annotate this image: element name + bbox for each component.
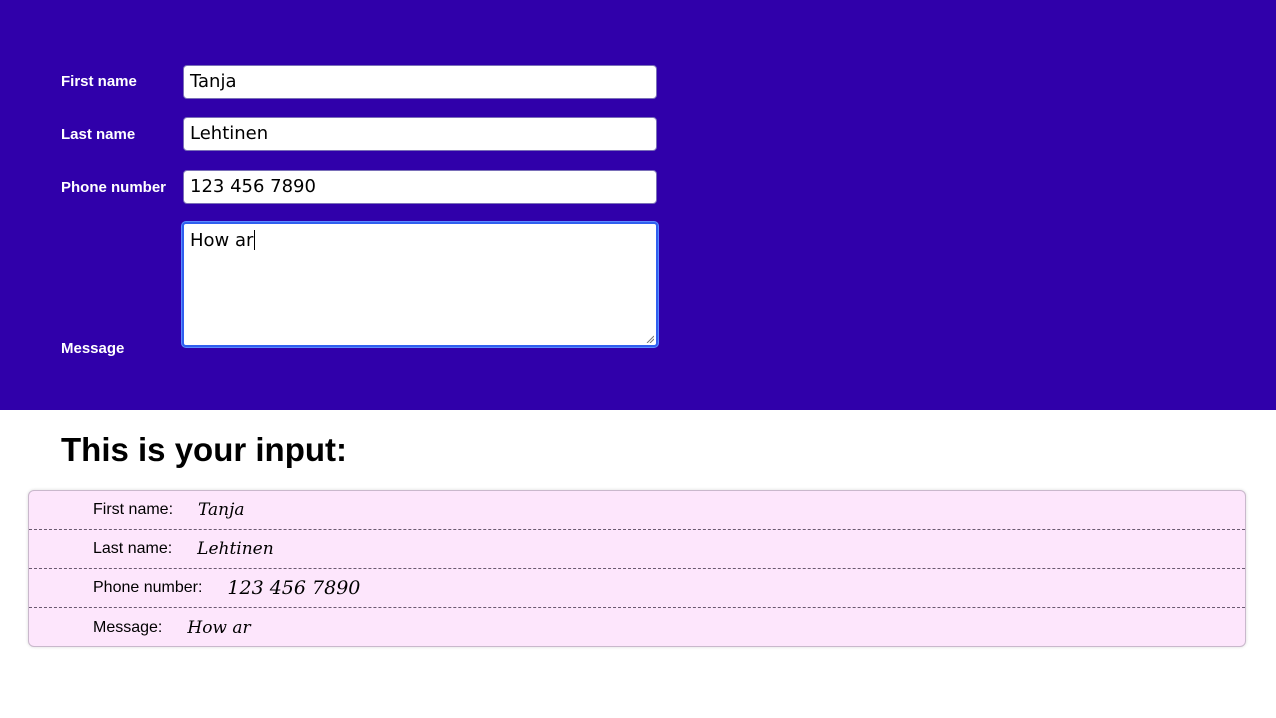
output-row-message: Message: How ar bbox=[29, 608, 1245, 646]
output-label: Message: bbox=[93, 618, 163, 636]
resize-grip-icon[interactable] bbox=[646, 335, 654, 343]
text-caret bbox=[254, 230, 256, 250]
output-row-last-name: Last name: Lehtinen bbox=[29, 530, 1245, 569]
first-name-input[interactable]: Tanja bbox=[183, 65, 657, 99]
output-label: Last name: bbox=[93, 540, 173, 557]
first-name-label: First name bbox=[61, 73, 137, 90]
last-name-label: Last name bbox=[61, 126, 136, 143]
output-row-phone-number: Phone number: 123 456 7890 bbox=[29, 569, 1245, 608]
message-textarea[interactable]: How ar bbox=[182, 222, 658, 347]
phone-number-label: Phone number bbox=[61, 179, 167, 196]
phone-number-input[interactable]: 123 456 7890 bbox=[183, 170, 657, 204]
output-summary: First name: Tanja Last name: Lehtinen Ph… bbox=[28, 490, 1246, 647]
output-label: Phone number: bbox=[93, 579, 203, 596]
message-text: How ar bbox=[190, 230, 254, 251]
output-row-first-name: First name: Tanja bbox=[29, 491, 1245, 530]
output-value: How ar bbox=[187, 617, 251, 638]
last-name-input[interactable]: Lehtinen bbox=[183, 117, 657, 151]
output-label: First name: bbox=[93, 501, 174, 518]
output-heading: This is your input: bbox=[61, 431, 347, 468]
output-value: Lehtinen bbox=[197, 539, 274, 559]
output-value: Tanja bbox=[198, 500, 245, 520]
contact-form: First name Tanja Last name Lehtinen Phon… bbox=[0, 0, 1276, 410]
message-label: Message bbox=[61, 340, 125, 357]
output-value: 123 456 7890 bbox=[227, 577, 361, 599]
